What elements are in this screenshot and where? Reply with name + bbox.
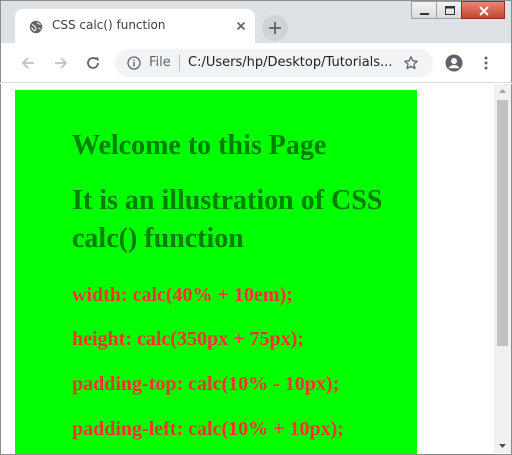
scrollbar-thumb[interactable] <box>497 100 508 346</box>
minimize-icon <box>420 13 429 15</box>
tab-title: CSS calc() function <box>52 18 166 32</box>
browser-tab[interactable]: CSS calc() function <box>15 9 255 44</box>
address-divider <box>179 55 180 71</box>
back-arrow-icon[interactable] <box>20 55 36 71</box>
close-tab-icon[interactable] <box>233 18 249 34</box>
menu-kebab-icon[interactable] <box>478 55 494 71</box>
css-rule-height: height: calc(350px + 75px); <box>72 328 304 350</box>
close-window-button[interactable] <box>461 1 505 19</box>
plus-icon <box>269 22 281 34</box>
star-icon[interactable] <box>403 55 419 71</box>
window-controls <box>411 1 505 21</box>
content-box: Welcome to this Page It is an illustrati… <box>15 90 417 454</box>
restore-icon <box>445 6 455 15</box>
url-text[interactable]: C:/Users/hp/Desktop/Tutorials... <box>188 55 392 70</box>
page-subheading: It is an illustration of CSS calc() func… <box>72 185 383 254</box>
css-rule-padding-left: padding-left: calc(10% + 10px); <box>72 418 344 440</box>
css-rule-width: width: calc(40% + 10em); <box>72 284 293 306</box>
forward-arrow-icon[interactable] <box>53 55 69 71</box>
scheme-label: File <box>149 55 171 70</box>
vertical-scrollbar[interactable] <box>494 84 511 453</box>
minimize-button[interactable] <box>411 1 437 19</box>
scroll-down-arrow-icon[interactable] <box>494 439 511 453</box>
close-icon <box>479 6 489 16</box>
profile-avatar-icon[interactable] <box>445 54 463 72</box>
css-rule-padding-top: padding-top: calc(10% - 10px); <box>72 373 340 395</box>
browser-toolbar: File C:/Users/hp/Desktop/Tutorials... <box>0 43 512 83</box>
reload-icon[interactable] <box>85 55 101 71</box>
title-bar: CSS calc() function <box>0 0 512 44</box>
scroll-up-arrow-icon[interactable] <box>494 84 511 98</box>
globe-icon <box>29 20 43 34</box>
info-icon[interactable] <box>127 56 141 70</box>
address-bar[interactable]: File C:/Users/hp/Desktop/Tutorials... <box>115 49 433 77</box>
new-tab-button[interactable] <box>262 15 288 41</box>
restore-button[interactable] <box>436 1 462 19</box>
page-viewport: Welcome to this Page It is an illustrati… <box>0 84 512 455</box>
page-heading: Welcome to this Page <box>72 130 327 161</box>
